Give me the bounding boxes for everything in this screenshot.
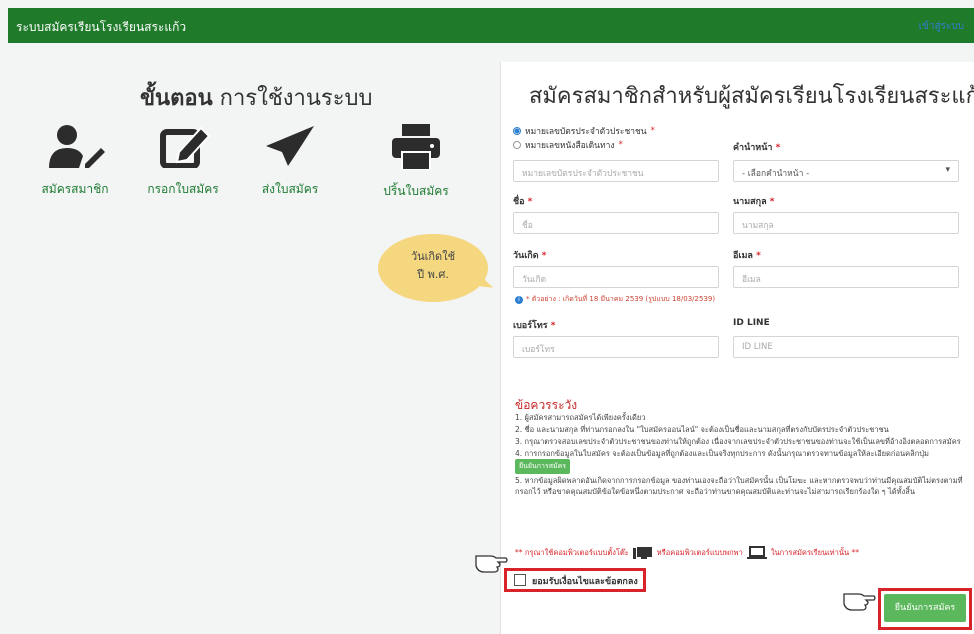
prefix-label-text: คำนำหน้า (733, 143, 773, 153)
callout-line2: ปี พ.ศ. (417, 268, 449, 281)
laptop-icon (746, 546, 767, 559)
radio-label: หมายเลขหนังสือเดินทาง (525, 141, 615, 151)
callout-tail (474, 274, 496, 294)
terms-item: 3. กรุณาตรวจสอบเลขประจำตัวประชาชนของท่าน… (515, 437, 961, 446)
terms-item: 4. การกรอกข้อมูลในใบสมัคร จะต้องเป็นข้อม… (515, 448, 965, 474)
pointing-hand-icon (843, 593, 876, 611)
email-label-text: อีเมล (733, 251, 753, 261)
step-fill-form: กรอกใบสมัคร (133, 124, 233, 199)
pointing-hand-icon (475, 555, 508, 573)
steps-title: ขั้นตอน การใช้งานระบบ (140, 80, 372, 115)
note-part2: หรือคอมพิวเตอร์แบบพกพา (656, 548, 743, 557)
info-icon: i (515, 295, 523, 304)
lastname-label: นามสกุล * (733, 194, 774, 208)
step-label: ส่งใบสมัคร (261, 182, 319, 196)
radio-id-card[interactable]: หมายเลขบัตรประจำตัวประชาชน * (513, 124, 655, 138)
birthdate-label: วันเกิด * (513, 248, 546, 262)
radio-passport[interactable]: หมายเลขหนังสือเดินทาง * (513, 138, 623, 152)
hint-text: * ตัวอย่าง : เกิดวันที่ 18 มีนาคม 2539 (… (526, 295, 716, 303)
terms-item: 1. ผู้สมัครสามารถสมัครได้เพียงครั้งเดียว (515, 413, 646, 422)
desktop-icon (632, 547, 652, 559)
email-label: อีเมล * (733, 248, 761, 262)
firstname-label: ชื่อ * (513, 194, 532, 208)
user-edit-icon (49, 125, 105, 168)
terms-list: 1. ผู้สมัครสามารถสมัครได้เพียงครั้งเดียว… (515, 412, 965, 498)
birthdate-input[interactable]: วันเกิด (513, 266, 719, 288)
line-id-label: ID LINE (733, 318, 770, 328)
registration-form: สมัครสมาชิกสำหรับผู้สมัครเรียนโรงเรียนสร… (500, 62, 974, 634)
required-mark: * (550, 321, 556, 331)
form-title: สมัครสมาชิกสำหรับผู้สมัครเรียนโรงเรียนสร… (529, 84, 974, 109)
firstname-input[interactable]: ชื่อ (513, 212, 719, 234)
phone-label: เบอร์โทร * (513, 318, 556, 332)
printer-icon (392, 124, 440, 170)
steps-title-bold: ขั้นตอน (140, 86, 213, 111)
nav-title: ระบบสมัครเรียนโรงเรียนสระแก้ว (16, 20, 187, 34)
step-register: สมัครสมาชิก (25, 124, 125, 199)
device-note: ** กรุณาใช้คอมพิวเตอร์แบบตั้งโต๊ะ หรือคอ… (515, 546, 859, 560)
step-print: ปริ้นใบสมัคร (366, 124, 466, 201)
radio-dot[interactable] (513, 141, 521, 149)
agree-checkbox[interactable] (514, 574, 526, 586)
note-part1: ** กรุณาใช้คอมพิวเตอร์แบบตั้งโต๊ะ (515, 548, 629, 557)
agree-label: ยอมรับเงื่อนไขและข้อตกลง (532, 577, 638, 587)
steps-title-rest: การใช้งานระบบ (212, 86, 373, 111)
id-number-input[interactable]: หมายเลขบัตรประจำตัวประชาชน (513, 160, 719, 182)
required-mark: * (775, 143, 781, 153)
required-mark: * (527, 197, 533, 207)
step-label: ปริ้นใบสมัคร (383, 184, 449, 198)
paper-plane-icon (266, 126, 314, 166)
line-id-input[interactable]: ID LINE (733, 336, 959, 358)
required-mark: * (541, 251, 547, 261)
required-mark: * (756, 251, 761, 261)
firstname-label-text: ชื่อ (513, 197, 525, 207)
submit-button[interactable]: ยืนยันการสมัคร (884, 594, 966, 622)
radio-dot[interactable] (513, 127, 521, 135)
step-label: กรอกใบสมัคร (147, 182, 219, 196)
email-input[interactable]: อีเมล (733, 266, 959, 288)
required-mark: * (650, 126, 655, 136)
birthdate-callout: วันเกิดใช้ ปี พ.ศ. (378, 234, 488, 302)
login-link[interactable]: เข้าสู่ระบบ (919, 19, 964, 34)
radio-label: หมายเลขบัตรประจำตัวประชาชน (525, 127, 647, 137)
phone-input[interactable]: เบอร์โทร (513, 336, 719, 358)
required-mark: * (618, 140, 623, 150)
lastname-input[interactable]: นามสกุล (733, 212, 959, 234)
required-mark: * (769, 197, 775, 207)
edit-icon (160, 126, 211, 168)
prefix-select[interactable]: - เลือกคำนำหน้า - (733, 160, 959, 182)
step-send: ส่งใบสมัคร (240, 124, 340, 199)
prefix-label: คำนำหน้า * (733, 140, 780, 154)
navbar: ระบบสมัครเรียนโรงเรียนสระแก้ว เข้าสู่ระบ… (8, 8, 974, 43)
step-label: สมัครสมาชิก (41, 182, 109, 196)
terms-item: 5. หากข้อมูลผิดพลาดอันเกิดจากการกรอกข้อม… (515, 476, 963, 496)
birthdate-hint: i * ตัวอย่าง : เกิดวันที่ 18 มีนาคม 2539… (515, 294, 715, 305)
terms-item: 2. ชื่อ และนามสกุล ที่ท่านกรอกลงใน "ใบสม… (515, 425, 889, 434)
birthdate-label-text: วันเกิด (513, 251, 539, 261)
lastname-label-text: นามสกุล (733, 197, 767, 207)
callout-line1: วันเกิดใช้ (410, 250, 456, 263)
inline-confirm-badge: ยืนยันการสมัคร (515, 459, 571, 474)
phone-label-text: เบอร์โทร (513, 321, 548, 331)
note-part3: ในการสมัครเรียนเท่านั้น ** (770, 548, 859, 557)
terms-item-text: 4. การกรอกข้อมูลในใบสมัคร จะต้องเป็นข้อม… (515, 449, 929, 458)
